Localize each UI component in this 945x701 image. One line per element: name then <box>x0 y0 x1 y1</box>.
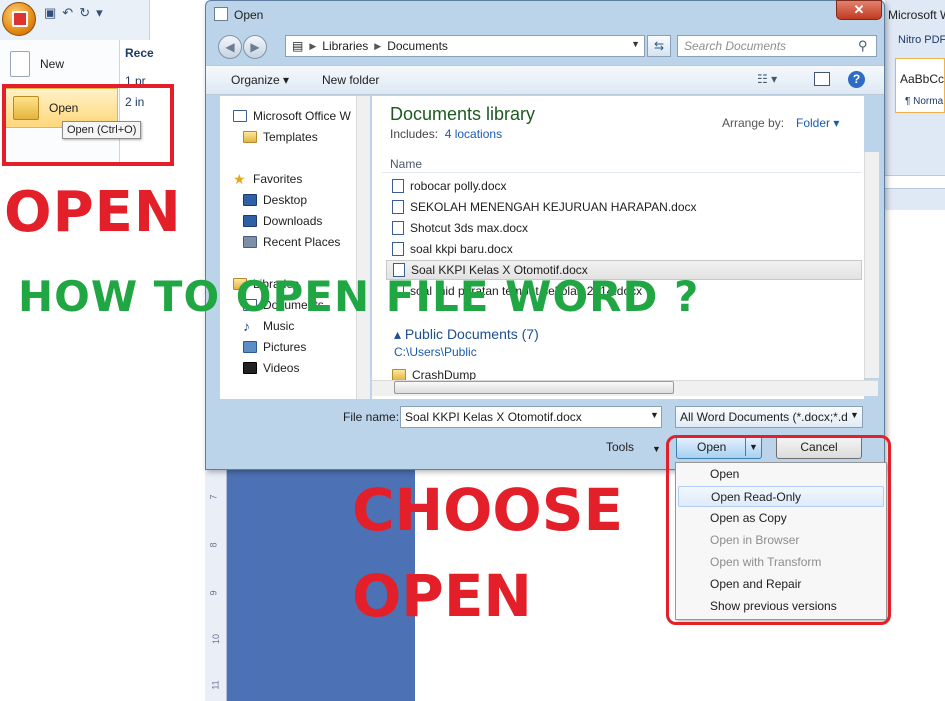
navigation-scrollbar[interactable] <box>356 96 370 399</box>
word-document-icon <box>392 200 404 214</box>
help-icon[interactable]: ? <box>848 71 865 88</box>
nav-item-videos[interactable]: Videos <box>243 359 299 377</box>
file-name-field[interactable]: Soal KKPI Kelas X Otomotif.docx <box>400 406 662 428</box>
nav-item-favorites[interactable]: ★ Favorites <box>233 170 302 188</box>
arrange-by-dropdown[interactable]: Folder ▾ <box>796 116 839 130</box>
desktop-icon <box>243 194 257 206</box>
caption-open-2: OPEN <box>352 562 532 630</box>
breadcrumb-documents[interactable]: Documents <box>387 39 448 53</box>
address-bar[interactable]: ▤ ▶ Libraries ▶ Documents ▼ <box>285 35 645 57</box>
ruler-number: 7 <box>208 494 219 500</box>
column-separator <box>382 172 862 173</box>
nav-item-desktop[interactable]: Desktop <box>243 191 307 209</box>
folder-icon <box>243 131 257 143</box>
view-options-icon[interactable]: ☷ ▾ <box>757 72 777 86</box>
save-icon[interactable]: ▣ <box>44 5 56 21</box>
vertical-ruler: 7 8 9 10 11 <box>205 470 227 701</box>
ruler-number: 10 <box>211 633 222 645</box>
videos-icon <box>243 362 257 374</box>
dialog-toolbar <box>206 65 884 95</box>
breadcrumb-libraries[interactable]: Libraries <box>322 39 368 53</box>
word-document-icon <box>392 179 404 193</box>
chevron-down-icon[interactable]: ▼ <box>650 410 659 420</box>
recent-places-icon <box>243 236 257 248</box>
menu-item-new-label: New <box>40 57 65 71</box>
word-document-icon <box>392 221 404 235</box>
style-name: ¶ Norma <box>905 96 944 107</box>
office-logo-icon <box>12 11 28 27</box>
preview-pane-icon[interactable] <box>814 72 830 86</box>
nav-item-word-root[interactable]: Microsoft Office W <box>233 107 351 125</box>
library-includes: Includes: 4 locations <box>390 127 503 141</box>
menu-item-new[interactable]: New <box>0 44 120 84</box>
open-highlight-box <box>2 84 174 166</box>
undo-icon[interactable]: ↶ <box>62 5 73 21</box>
file-row[interactable]: robocar polly.docx <box>386 176 862 196</box>
file-name-label: File name: <box>343 410 400 424</box>
horizontal-ruler <box>885 175 945 189</box>
quick-access-toolbar: ▣ ↶ ↻ ▾ <box>44 4 103 22</box>
chevron-right-icon: ▶ <box>309 40 317 51</box>
close-button[interactable]: ✕ <box>836 0 882 20</box>
back-button[interactable]: ◀ <box>218 35 242 59</box>
public-documents-path[interactable]: C:\Users\Public <box>394 345 477 359</box>
tab-nitro-pdf[interactable]: Nitro PDF <box>898 34 945 46</box>
ruler-number: 9 <box>208 590 219 596</box>
pictures-icon <box>243 341 257 353</box>
file-row[interactable]: Shotcut 3ds max.docx <box>386 218 862 238</box>
public-documents-group[interactable]: ▴ Public Documents (7) <box>394 326 539 343</box>
new-document-icon <box>10 51 30 77</box>
tools-button[interactable]: Tools <box>606 440 634 454</box>
arrange-by-label: Arrange by: <box>722 116 785 130</box>
chevron-down-icon[interactable]: ▼ <box>850 410 859 420</box>
office-button[interactable] <box>2 2 36 36</box>
search-icon[interactable]: ⚲ <box>858 38 868 54</box>
file-list-scrollbar[interactable] <box>864 152 879 378</box>
new-folder-button[interactable]: New folder <box>322 73 379 87</box>
dialog-title: Open <box>234 8 264 22</box>
locations-link[interactable]: 4 locations <box>445 127 502 141</box>
caption-open: OPEN <box>4 180 182 245</box>
chevron-down-icon[interactable]: ▼ <box>631 39 640 49</box>
folder-icon: ▤ <box>292 39 304 53</box>
style-sample: AaBbCc <box>900 72 945 86</box>
ruler-number: 8 <box>208 542 219 548</box>
downloads-icon <box>243 215 257 227</box>
star-icon: ★ <box>233 171 246 187</box>
nav-item-templates[interactable]: Templates <box>243 128 318 146</box>
file-type-select[interactable]: All Word Documents (*.docx;*.d <box>675 406 863 428</box>
caption-choose: CHOOSE <box>352 476 624 544</box>
menu-highlight-box <box>666 435 891 625</box>
library-title: Documents library <box>390 104 536 124</box>
forward-button[interactable]: ▶ <box>243 35 267 59</box>
nav-item-recent-places[interactable]: Recent Places <box>243 233 340 251</box>
word-window-title: Microsoft W <box>888 8 945 22</box>
customize-icon[interactable]: ▾ <box>96 5 103 21</box>
column-header-name[interactable]: Name <box>390 157 422 171</box>
nav-item-pictures[interactable]: Pictures <box>243 338 306 356</box>
caption-how-to: HOW TO OPEN FILE WORD ? <box>18 272 700 321</box>
file-row[interactable]: soal kkpi baru.docx <box>386 239 862 259</box>
organize-button[interactable]: Organize ▾ <box>231 73 289 87</box>
file-row[interactable]: SEKOLAH MENENGAH KEJURUAN HARAPAN.docx <box>386 197 862 217</box>
chevron-down-icon[interactable]: ▼ <box>652 444 661 454</box>
dialog-icon <box>214 7 228 21</box>
word-app-icon <box>233 110 247 122</box>
nav-item-downloads[interactable]: Downloads <box>243 212 322 230</box>
redo-icon[interactable]: ↻ <box>79 5 90 21</box>
ruler-number: 11 <box>210 680 221 690</box>
word-document-icon <box>392 242 404 256</box>
refresh-button[interactable]: ⇆ <box>647 35 671 57</box>
search-input[interactable]: Search Documents <box>677 35 877 57</box>
horizontal-scroll-thumb[interactable] <box>394 381 674 394</box>
recent-documents-title: Rece <box>125 46 154 60</box>
chevron-right-icon: ▶ <box>374 40 382 51</box>
